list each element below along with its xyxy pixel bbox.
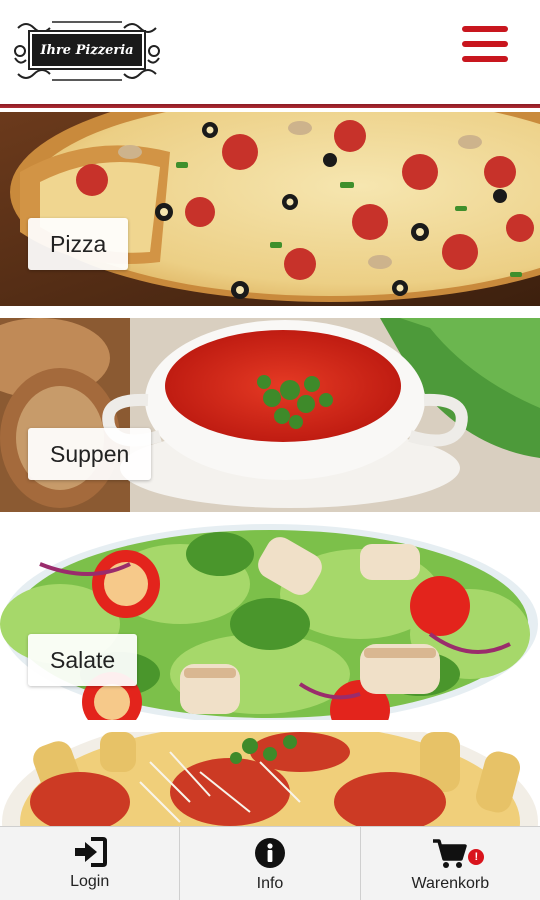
cart-icon (433, 839, 468, 868)
app-header: Ihre Pizzeria (0, 0, 540, 106)
header-divider (0, 104, 540, 108)
category-tile-pasta[interactable] (0, 732, 540, 826)
category-tile-salate[interactable]: Salate (0, 524, 540, 720)
soup-image (0, 318, 540, 512)
category-label-salate: Salate (28, 634, 138, 686)
cart-badge: ! (468, 849, 485, 865)
category-tile-suppen[interactable]: Suppen (0, 318, 540, 512)
nav-warenkorb[interactable]: ! Warenkorb (359, 827, 540, 900)
login-icon (74, 837, 107, 867)
info-icon (254, 838, 285, 868)
nav-login[interactable]: Login (0, 827, 179, 900)
pizzeria-logo[interactable]: Ihre Pizzeria (12, 18, 162, 84)
nav-warenkorb-label: Warenkorb (411, 875, 490, 892)
hamburger-menu-icon[interactable] (462, 26, 508, 62)
category-tile-pizza[interactable]: Pizza (0, 112, 540, 306)
pasta-image (0, 732, 540, 826)
bottom-navigation: Login Info ! Warenkorb (0, 826, 540, 900)
logo-plate: Ihre Pizzeria (28, 30, 146, 70)
nav-login-label: Login (70, 873, 110, 890)
app-root: Ihre Pizzeria Pizza Suppen Salate Login … (0, 0, 540, 900)
nav-info[interactable]: Info (179, 827, 359, 900)
category-label-suppen: Suppen (28, 428, 152, 480)
nav-info-label: Info (256, 875, 284, 892)
category-label-pizza: Pizza (28, 218, 129, 270)
pizza-image (0, 112, 540, 306)
logo-text: Ihre Pizzeria (40, 42, 134, 58)
salad-image (0, 524, 540, 720)
